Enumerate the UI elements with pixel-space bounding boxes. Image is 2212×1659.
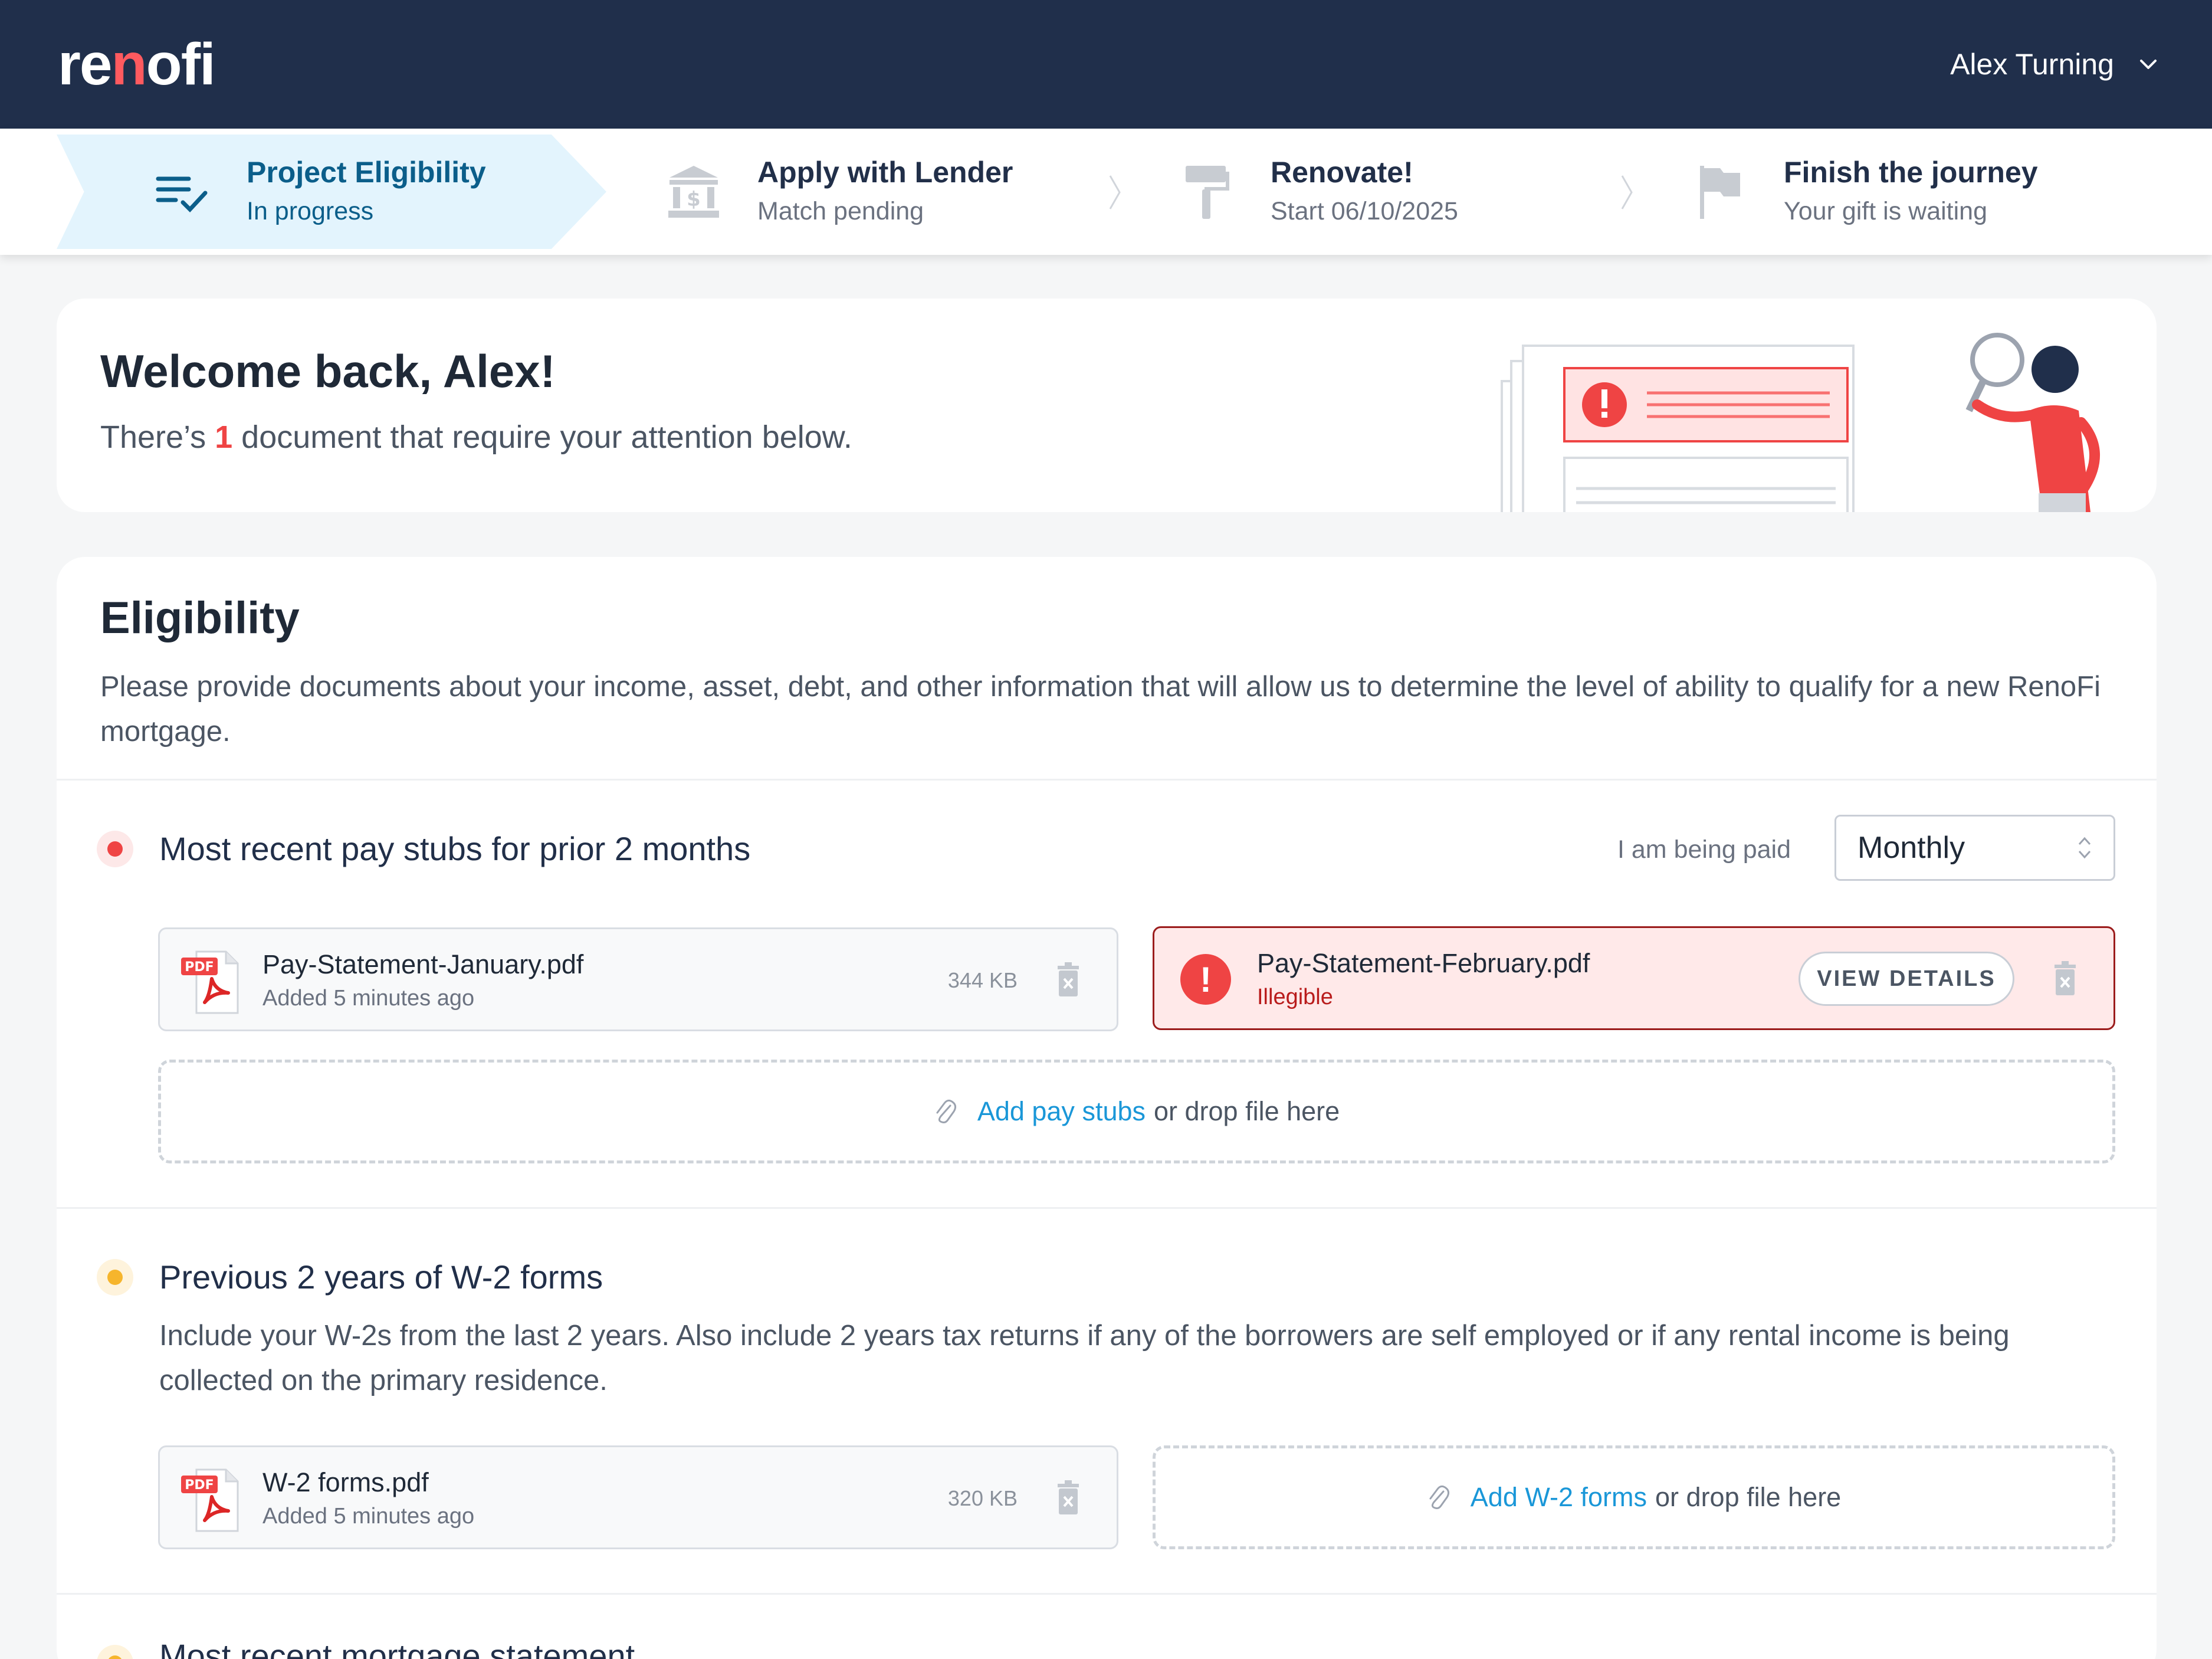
file-name: Pay-Statement-February.pdf <box>1257 948 1590 978</box>
uploaded-file-card-error: ! Pay-Statement-February.pdf Illegible V… <box>1153 926 2115 1030</box>
dropzone-hint: or drop file here <box>1655 1482 1842 1512</box>
section-divider <box>57 779 2157 781</box>
step-project-eligibility[interactable]: Project Eligibility In progress <box>155 129 486 255</box>
uploaded-file-card: PDF Pay-Statement-January.pdf Added 5 mi… <box>158 927 1118 1031</box>
error-alert-icon: ! <box>1180 954 1231 1005</box>
dropzone-hint: or drop file here <box>1154 1096 1340 1126</box>
section-title: Most recent pay stubs for prior 2 months <box>159 830 751 867</box>
renofi-logo[interactable]: renofi <box>58 31 216 99</box>
file-size: 344 KB <box>947 968 1018 992</box>
section-title: Previous 2 years of W-2 forms <box>159 1258 603 1296</box>
pdf-file-icon: PDF <box>181 950 239 1014</box>
attention-count: 1 <box>215 419 233 455</box>
delete-file-icon[interactable] <box>1055 962 1081 998</box>
step-title: Project Eligibility <box>247 156 486 189</box>
checklist-icon <box>155 163 211 220</box>
eligibility-description: Please provide documents about your inco… <box>100 671 2101 747</box>
status-indicator-red <box>97 831 133 867</box>
pay-frequency-value: Monthly <box>1857 831 1965 865</box>
user-name: Alex Turning <box>1950 48 2114 81</box>
select-arrows-icon <box>2078 837 2091 859</box>
section-divider <box>57 1593 2157 1595</box>
flag-icon <box>1692 163 1748 220</box>
status-dot <box>107 841 123 857</box>
pdf-file-icon: PDF <box>181 1468 239 1532</box>
pay-stubs-dropzone[interactable]: Add pay stubs or drop file here <box>158 1060 2115 1163</box>
step-subtitle: Your gift is waiting <box>1784 197 1987 225</box>
paperclip-icon <box>1429 1485 1449 1509</box>
eligibility-card: Eligibility Please provide documents abo… <box>57 557 2157 1659</box>
progress-stepper: Project Eligibility In progress $ Apply … <box>0 129 2212 255</box>
user-menu[interactable]: Alex Turning <box>1950 47 2160 81</box>
svg-text:PDF: PDF <box>185 1478 214 1493</box>
eligibility-title: Eligibility <box>100 593 300 643</box>
add-w2-forms-link[interactable]: Add W-2 forms <box>1471 1482 1647 1513</box>
section-description: Include your W-2s from the last 2 years.… <box>159 1320 2010 1396</box>
status-dot <box>107 1270 123 1285</box>
status-indicator-yellow <box>97 1645 133 1659</box>
paint-roller-icon <box>1179 163 1235 220</box>
chevron-right-icon <box>1621 175 1633 209</box>
file-error-status: Illegible <box>1257 985 1333 1009</box>
delete-file-icon[interactable] <box>1055 1480 1081 1516</box>
step-title: Apply with Lender <box>757 156 1013 189</box>
svg-text:$: $ <box>687 188 701 211</box>
pay-frequency-label: I am being paid <box>1617 835 1791 864</box>
file-size: 320 KB <box>947 1486 1018 1510</box>
file-added-time: Added 5 minutes ago <box>262 986 475 1011</box>
step-subtitle: In progress <box>247 197 374 225</box>
svg-text:PDF: PDF <box>185 960 214 975</box>
status-dot <box>107 1655 123 1659</box>
file-name: Pay-Statement-January.pdf <box>262 949 584 979</box>
chevron-down-icon <box>2140 60 2157 69</box>
file-added-time: Added 5 minutes ago <box>262 1504 475 1529</box>
step-title: Finish the journey <box>1784 156 2038 189</box>
step-subtitle: Start 06/10/2025 <box>1271 197 1458 225</box>
step-subtitle: Match pending <box>757 197 924 225</box>
view-details-button[interactable]: VIEW DETAILS <box>1799 952 2014 1006</box>
file-name: W-2 forms.pdf <box>262 1467 429 1497</box>
step-apply-with-lender[interactable]: $ Apply with Lender Match pending <box>665 129 1013 255</box>
welcome-card: Welcome back, Alex! There’s 1 document t… <box>57 299 2157 512</box>
pay-frequency-select[interactable]: Monthly <box>1834 815 2115 881</box>
top-navigation-bar: renofi Alex Turning <box>0 0 2212 129</box>
documents-review-illustration <box>1501 333 2100 512</box>
step-title: Renovate! <box>1271 156 1413 189</box>
chevron-right-icon <box>1109 175 1121 209</box>
step-renovate[interactable]: Renovate! Start 06/10/2025 <box>1179 129 1458 255</box>
welcome-title: Welcome back, Alex! <box>100 345 556 397</box>
step-finish-the-journey[interactable]: Finish the journey Your gift is waiting <box>1692 129 2038 255</box>
status-indicator-yellow <box>97 1259 133 1296</box>
w2-forms-dropzone[interactable]: Add W-2 forms or drop file here <box>1153 1445 2115 1549</box>
section-title: Most recent mortgage statement <box>159 1637 635 1659</box>
delete-file-icon[interactable] <box>2052 961 2078 996</box>
add-pay-stubs-link[interactable]: Add pay stubs <box>977 1096 1146 1127</box>
paperclip-icon <box>936 1099 956 1123</box>
uploaded-file-card: PDF W-2 forms.pdf Added 5 minutes ago 32… <box>158 1445 1118 1549</box>
bank-icon: $ <box>665 163 722 220</box>
section-divider <box>57 1207 2157 1209</box>
welcome-subtitle: There’s 1 document that require your att… <box>100 419 852 455</box>
